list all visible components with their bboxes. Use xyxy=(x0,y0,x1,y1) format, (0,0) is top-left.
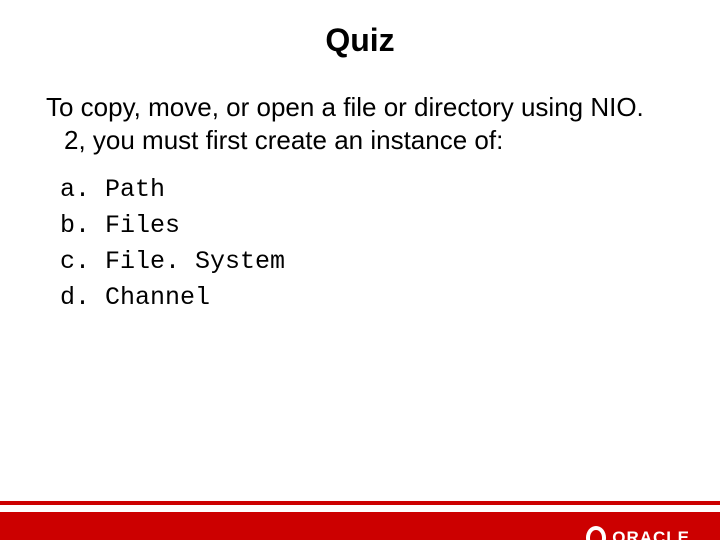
oracle-o-icon xyxy=(586,526,606,540)
quiz-question: To copy, move, or open a file or directo… xyxy=(46,91,670,158)
footer-bar: ORACLE xyxy=(0,512,720,540)
oracle-logo: ORACLE xyxy=(586,526,690,540)
slide-title: Quiz xyxy=(0,22,720,59)
oracle-logo-text: ORACLE xyxy=(612,528,690,540)
footer-gap xyxy=(0,505,720,512)
slide: Quiz To copy, move, or open a file or di… xyxy=(0,22,720,540)
option-a: a. Path xyxy=(60,172,670,208)
option-c: c. File. System xyxy=(60,244,670,280)
quiz-options: a. Path b. Files c. File. System d. Chan… xyxy=(60,172,670,317)
option-b: b. Files xyxy=(60,208,670,244)
option-d: d. Channel xyxy=(60,280,670,316)
